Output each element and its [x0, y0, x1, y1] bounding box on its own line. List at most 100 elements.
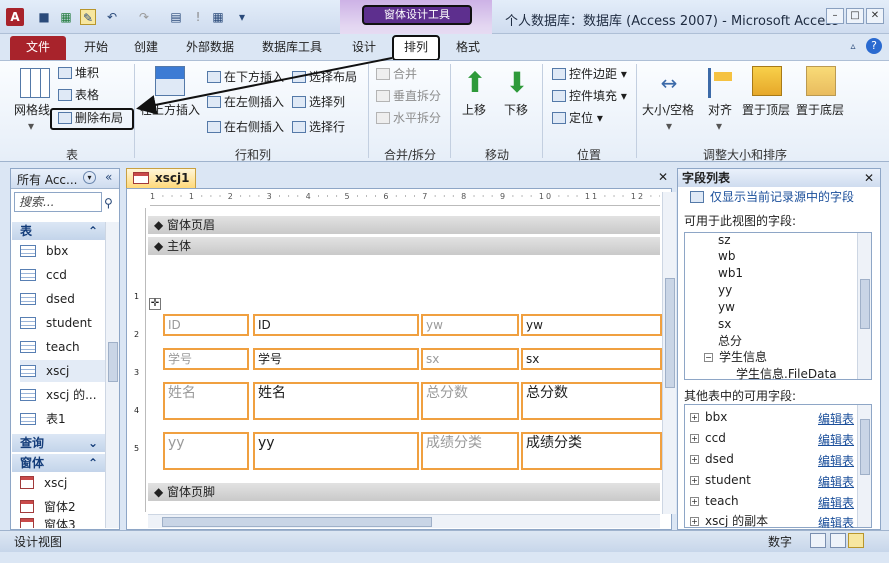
split-horizontal-button[interactable]: 水平拆分 [376, 110, 441, 126]
layout-move-handle-icon[interactable]: ✛ [149, 298, 161, 310]
other-table-item[interactable]: + dsed [690, 451, 734, 467]
nav-item-table[interactable]: 表1 [20, 408, 106, 430]
textbox-grade-category[interactable]: 成绩分类 [521, 432, 662, 470]
expand-icon[interactable]: + [690, 497, 699, 506]
canvas-vertical-scrollbar[interactable] [662, 192, 676, 514]
close-document-icon[interactable]: ✕ [658, 170, 668, 184]
textbox-total-score[interactable]: 总分数 [521, 382, 662, 420]
nav-section-tables[interactable]: 表 ⌃ [12, 222, 106, 240]
label-sx[interactable]: sx [421, 348, 519, 370]
field-item[interactable]: yw [718, 299, 735, 315]
field-item[interactable]: wb1 [718, 265, 743, 281]
tabular-button[interactable]: 表格 [58, 87, 99, 103]
document-tab-xscj1[interactable]: xscj1 [126, 168, 196, 188]
expand-icon[interactable]: + [690, 455, 699, 464]
tab-database-tools[interactable]: 数据库工具 [254, 36, 330, 60]
insert-right-button[interactable]: 在右侧插入 [207, 119, 284, 135]
field-item[interactable]: wb [718, 248, 735, 264]
textbox-student-no[interactable]: 学号 [253, 348, 419, 370]
label-student-no[interactable]: 学号 [163, 348, 249, 370]
gridlines-dropdown-icon[interactable]: ▾ [28, 118, 34, 134]
bring-to-front-button[interactable]: 置于顶层 [742, 102, 790, 118]
size-space-button[interactable]: 大小/空格 [642, 102, 694, 118]
move-up-button[interactable]: 上移 [462, 102, 486, 118]
expand-icon[interactable]: + [690, 413, 699, 422]
section-collapse-icon[interactable]: ⌃ [88, 222, 98, 240]
minimize-icon[interactable]: – [826, 8, 844, 24]
other-tables-scrollbar[interactable] [857, 405, 871, 527]
tab-arrange[interactable]: 排列 [392, 35, 440, 61]
merge-button[interactable]: 合并 [376, 66, 417, 82]
label-id[interactable]: ID [163, 314, 249, 336]
other-table-item[interactable]: + teach [690, 493, 739, 509]
tab-design[interactable]: 设计 [344, 36, 384, 60]
select-layout-button[interactable]: 选择布局 [292, 69, 357, 85]
access-app-icon[interactable]: A [6, 8, 24, 26]
textbox-id[interactable]: ID [253, 314, 419, 336]
textbox-yy[interactable]: yy [253, 432, 419, 470]
label-name[interactable]: 姓名 [163, 382, 249, 420]
nav-section-queries[interactable]: 查询 ⌄ [12, 434, 106, 452]
label-grade-category[interactable]: 成绩分类 [421, 432, 519, 470]
edit-table-link[interactable]: 编辑表 [818, 410, 854, 427]
edit-table-link[interactable]: 编辑表 [818, 514, 854, 528]
canvas-horizontal-scrollbar[interactable] [148, 514, 660, 528]
save-icon[interactable]: ■ [36, 9, 52, 25]
nav-search-input[interactable]: 搜索... [14, 192, 102, 212]
tab-home[interactable]: 开始 [76, 36, 116, 60]
show-current-source-link[interactable]: 仅显示当前记录源中的字段 [690, 189, 854, 205]
select-column-button[interactable]: 选择列 [292, 94, 345, 110]
form-view-icon[interactable] [810, 533, 826, 548]
help-icon[interactable]: ! [190, 9, 206, 25]
move-down-button[interactable]: 下移 [504, 102, 528, 118]
nav-item-form[interactable]: 窗体3 [20, 518, 106, 528]
field-item[interactable]: yy [718, 282, 732, 298]
design-view-icon[interactable] [848, 533, 864, 548]
label-yw[interactable]: yw [421, 314, 519, 336]
edit-table-link[interactable]: 编辑表 [818, 452, 854, 469]
label-total-score[interactable]: 总分数 [421, 382, 519, 420]
section-detail[interactable]: ◆ 主体 [148, 237, 660, 255]
nav-scrollbar[interactable] [105, 222, 119, 528]
canvas-hscroll-thumb[interactable] [162, 517, 432, 527]
size-space-dropdown-icon[interactable]: ▾ [666, 118, 672, 134]
close-icon[interactable]: ✕ [866, 8, 884, 24]
help-icon[interactable]: ? [866, 38, 882, 54]
stacked-button[interactable]: 堆积 [58, 65, 99, 81]
other-tables-scrollbar-thumb[interactable] [860, 419, 870, 475]
nav-item-table[interactable]: dsed [20, 288, 106, 310]
edit-table-link[interactable]: 编辑表 [818, 473, 854, 490]
field-item[interactable]: 学生信息.FileData [736, 366, 837, 382]
field-item[interactable]: 总分 [718, 333, 742, 349]
insert-left-button[interactable]: 在左侧插入 [207, 94, 284, 110]
nav-item-table[interactable]: student [20, 312, 106, 334]
nav-item-table[interactable]: xscj [20, 360, 106, 382]
fields-scrollbar-thumb[interactable] [860, 279, 870, 329]
edit-table-link[interactable]: 编辑表 [818, 431, 854, 448]
nav-menu-dropdown-icon[interactable]: ▾ [83, 171, 96, 184]
split-vertical-button[interactable]: 垂直拆分 [376, 88, 441, 104]
design-mode-icon[interactable]: ✎ [80, 9, 96, 25]
section-collapse-icon[interactable]: ⌃ [88, 454, 98, 472]
excel-export-icon[interactable]: ▦ [58, 9, 74, 25]
anchoring-button[interactable]: 定位 ▾ [552, 110, 603, 126]
nav-item-table[interactable]: xscj 的... [20, 384, 106, 406]
insert-above-button[interactable]: 在上方插入 [140, 102, 200, 118]
fields-scrollbar[interactable] [857, 233, 871, 379]
select-row-button[interactable]: 选择行 [292, 119, 345, 135]
nav-section-forms[interactable]: 窗体 ⌃ [12, 454, 106, 472]
search-icon[interactable]: ⚲ [104, 196, 113, 210]
textbox-sx[interactable]: sx [521, 348, 662, 370]
ribbon-collapse-icon[interactable]: ▵ [846, 40, 860, 54]
tab-format[interactable]: 格式 [448, 36, 488, 60]
align-button[interactable]: 对齐 [708, 102, 732, 118]
gridlines-button[interactable]: 网格线 [14, 102, 50, 118]
canvas-vscroll-thumb[interactable] [665, 278, 675, 388]
textbox-yw[interactable]: yw [521, 314, 662, 336]
other-table-item[interactable]: + ccd [690, 430, 726, 446]
collapse-icon[interactable]: − [704, 353, 713, 362]
close-field-list-icon[interactable]: ✕ [864, 169, 874, 187]
nav-item-form[interactable]: 窗体2 [20, 496, 106, 518]
send-to-back-button[interactable]: 置于底层 [796, 102, 844, 118]
other-table-item[interactable]: + xscj 的副本 [690, 513, 768, 527]
